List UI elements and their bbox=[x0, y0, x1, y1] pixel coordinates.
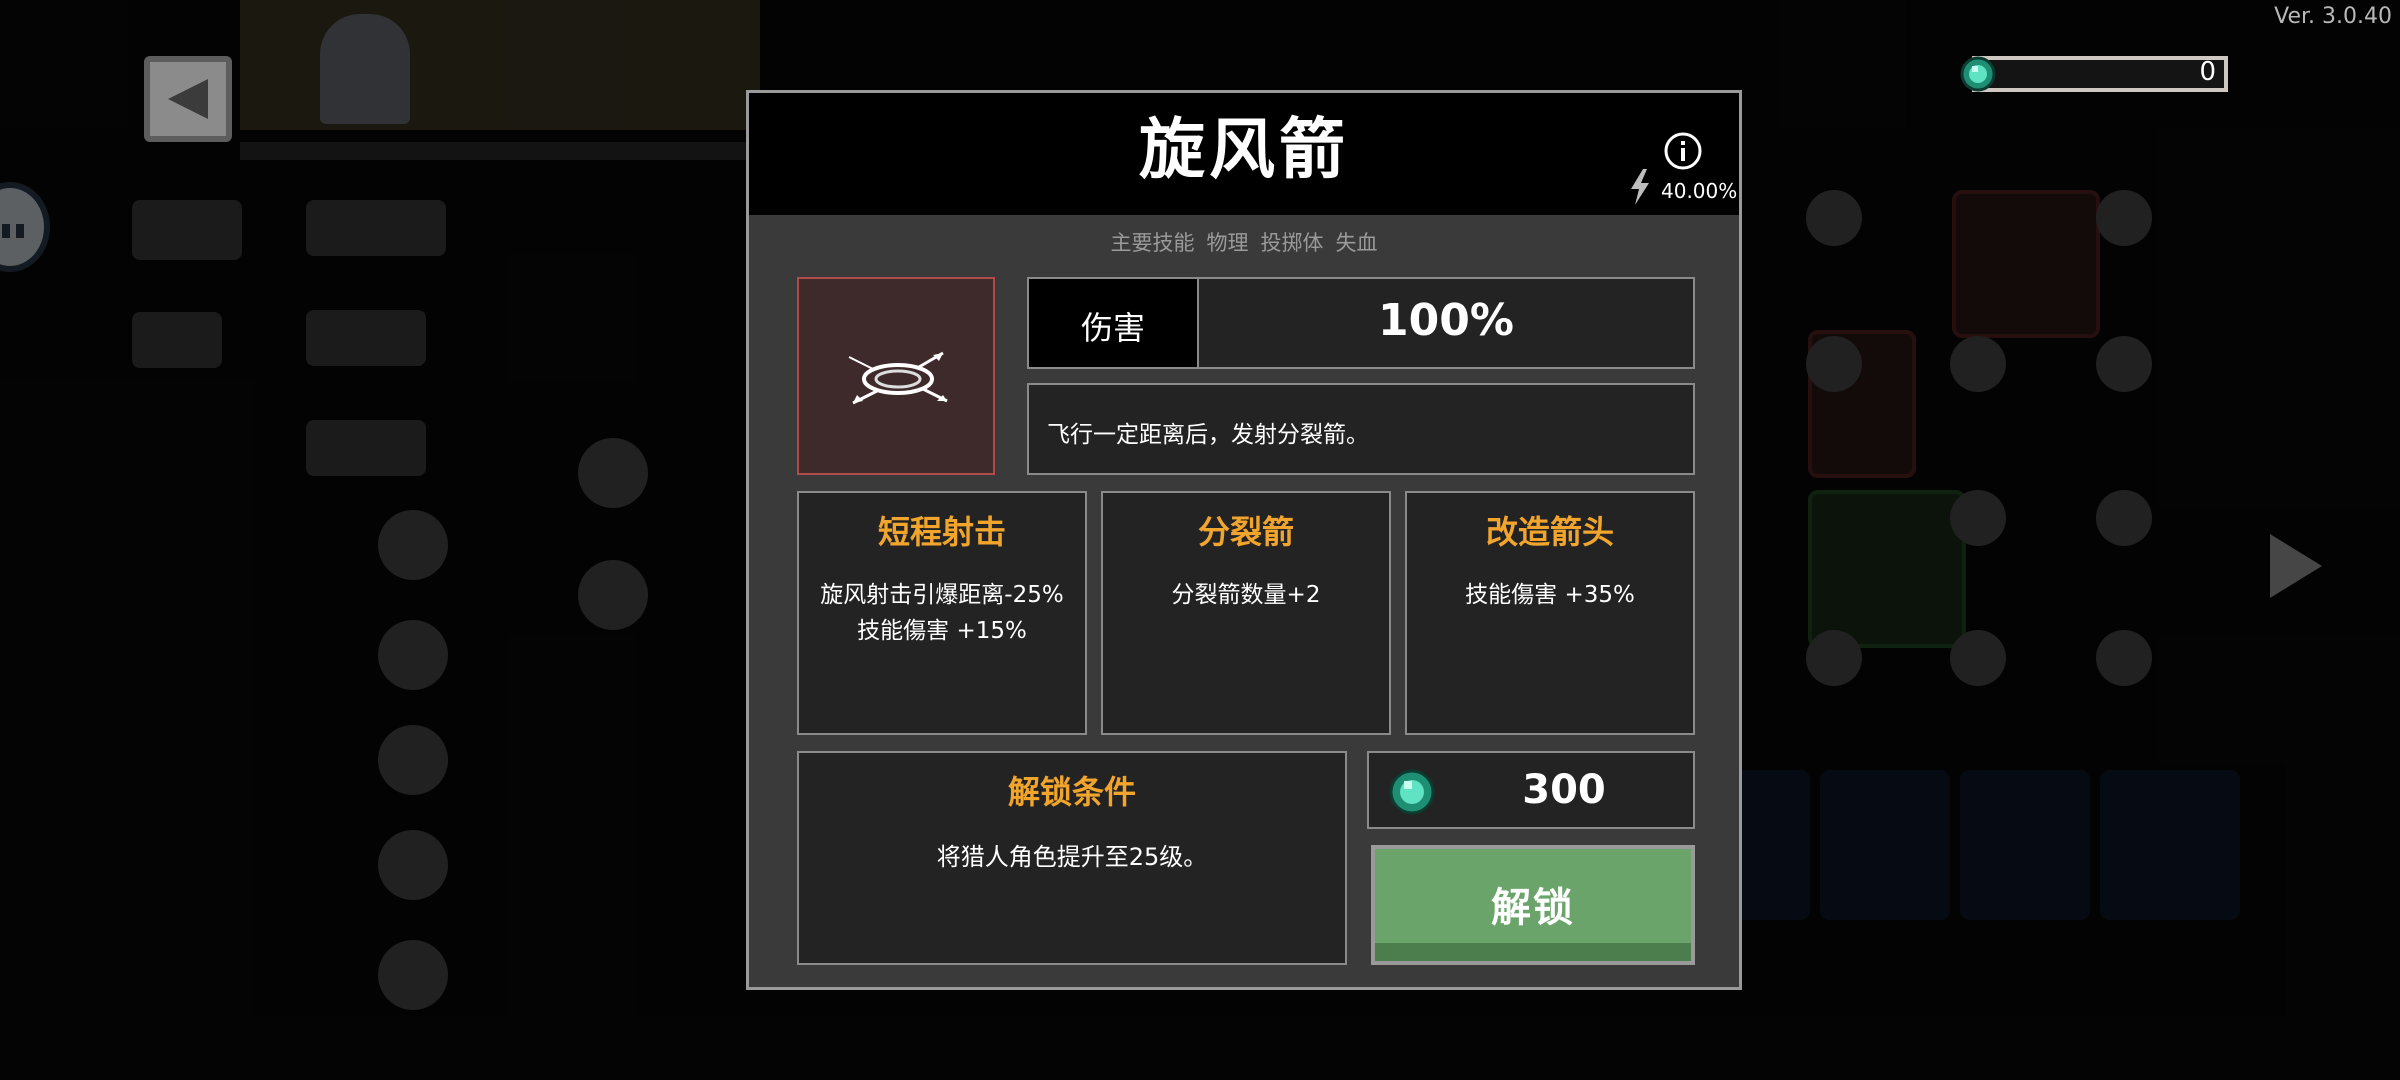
version-label: Ver. 3.0.40 bbox=[2274, 4, 2392, 29]
list-avatar bbox=[378, 940, 448, 1010]
upgrade-title: 分裂箭 bbox=[1197, 513, 1294, 551]
unlock-condition-text: 将猎人角色提升至25级。 bbox=[936, 843, 1208, 871]
game-screen: Ver. 3.0.40 0 旋风箭 40.00% 主要技能物理投掷体失血 bbox=[0, 0, 2400, 1080]
menu-item[interactable] bbox=[306, 310, 426, 366]
unlock-button-label: 解锁 bbox=[1491, 885, 1575, 931]
gem-icon bbox=[1960, 56, 1996, 92]
modal-header: 旋风箭 40.00% bbox=[749, 93, 1739, 215]
list-avatar bbox=[378, 830, 448, 900]
list-avatar bbox=[578, 560, 648, 630]
skill-detail-modal: 旋风箭 40.00% 主要技能 物理 投掷体 失血 伤害 100% 飞行一定距离… bbox=[746, 90, 1742, 990]
skill-node[interactable] bbox=[2096, 490, 2152, 546]
skill-description: 飞行一定距离后，发射分裂箭。 bbox=[1047, 422, 1369, 448]
unlock-condition-box: 解锁条件 将猎人角色提升至25级。 bbox=[797, 751, 1347, 965]
stat-value: 100% bbox=[1378, 295, 1514, 346]
whirlwind-arrow-icon bbox=[848, 351, 948, 405]
skill-tag: 失血 bbox=[1335, 231, 1378, 255]
upgrade-title: 短程射击 bbox=[877, 513, 1006, 551]
upgrade-effect: 旋风射击引爆距离-25% bbox=[820, 582, 1064, 608]
skill-node[interactable] bbox=[1950, 336, 2006, 392]
equipment-slot[interactable] bbox=[1960, 770, 2090, 920]
skill-node[interactable] bbox=[1806, 630, 1862, 686]
list-avatar bbox=[378, 620, 448, 690]
equipment-slot[interactable] bbox=[1820, 770, 1950, 920]
upgrade-card: 分裂箭 分裂箭数量+2 bbox=[1101, 491, 1391, 735]
unlock-cost: 300 bbox=[1522, 767, 1606, 813]
menu-tab[interactable] bbox=[132, 200, 242, 260]
back-arrow-icon bbox=[168, 79, 208, 119]
skill-node[interactable] bbox=[2096, 336, 2152, 392]
menu-item[interactable] bbox=[306, 200, 446, 256]
upgrade-effect: 分裂箭数量+2 bbox=[1171, 582, 1321, 608]
stat-label: 伤害 bbox=[1080, 309, 1145, 347]
skill-slot[interactable] bbox=[1808, 490, 1966, 648]
upgrade-effect: 技能傷害 +15% bbox=[857, 618, 1027, 644]
skill-tag: 物理 bbox=[1206, 231, 1249, 255]
unlock-condition-title: 解锁条件 bbox=[1007, 773, 1136, 811]
list-avatar bbox=[378, 510, 448, 580]
skill-icon-frame bbox=[797, 277, 995, 475]
skill-node[interactable] bbox=[2096, 630, 2152, 686]
skill-tag: 投掷体 bbox=[1260, 231, 1324, 255]
stat-label-cell: 伤害 bbox=[1029, 279, 1199, 367]
skill-node[interactable] bbox=[1806, 190, 1862, 246]
currency-display: 0 bbox=[1972, 56, 2228, 92]
unlock-cost-box: 300 bbox=[1367, 751, 1695, 829]
menu-item[interactable] bbox=[306, 420, 426, 476]
skill-description-box: 飞行一定距离后，发射分裂箭。 bbox=[1027, 383, 1695, 475]
menu-tab[interactable] bbox=[132, 312, 222, 368]
header-strip bbox=[240, 142, 760, 160]
character-header-banner bbox=[240, 0, 760, 130]
skill-node[interactable] bbox=[1950, 490, 2006, 546]
upgrade-title: 改造箭头 bbox=[1485, 513, 1614, 551]
skill-node[interactable] bbox=[1950, 630, 2006, 686]
skill-title: 旋风箭 bbox=[1139, 111, 1349, 188]
skill-node[interactable] bbox=[2096, 190, 2152, 246]
skill-tags: 主要技能 物理 投掷体 失血 bbox=[749, 227, 1739, 257]
character-portrait bbox=[320, 14, 410, 124]
damage-stat: 伤害 100% bbox=[1027, 277, 1695, 369]
equipment-slot[interactable] bbox=[2100, 770, 2240, 920]
skill-tag: 主要技能 bbox=[1110, 231, 1195, 255]
upgrade-effect: 技能傷害 +35% bbox=[1465, 582, 1635, 608]
crit-chance: 40.00% bbox=[1661, 179, 1738, 203]
chat-bubble-icon[interactable] bbox=[0, 182, 50, 272]
upgrade-card: 改造箭头 技能傷害 +35% bbox=[1405, 491, 1695, 735]
info-icon[interactable] bbox=[1663, 131, 1703, 171]
gem-icon bbox=[1389, 769, 1435, 815]
back-button[interactable] bbox=[144, 56, 232, 142]
upgrade-card: 短程射击 旋风射击引爆距离-25% 技能傷害 +15% bbox=[797, 491, 1087, 735]
lightning-icon bbox=[1631, 169, 1649, 205]
list-avatar bbox=[378, 725, 448, 795]
unlock-button[interactable]: 解锁 bbox=[1371, 845, 1695, 965]
list-avatar bbox=[578, 438, 648, 508]
skill-slot[interactable] bbox=[1952, 190, 2100, 338]
currency-amount: 0 bbox=[2199, 57, 2216, 87]
next-arrow-icon[interactable] bbox=[2270, 534, 2322, 598]
skill-node[interactable] bbox=[1806, 336, 1862, 392]
